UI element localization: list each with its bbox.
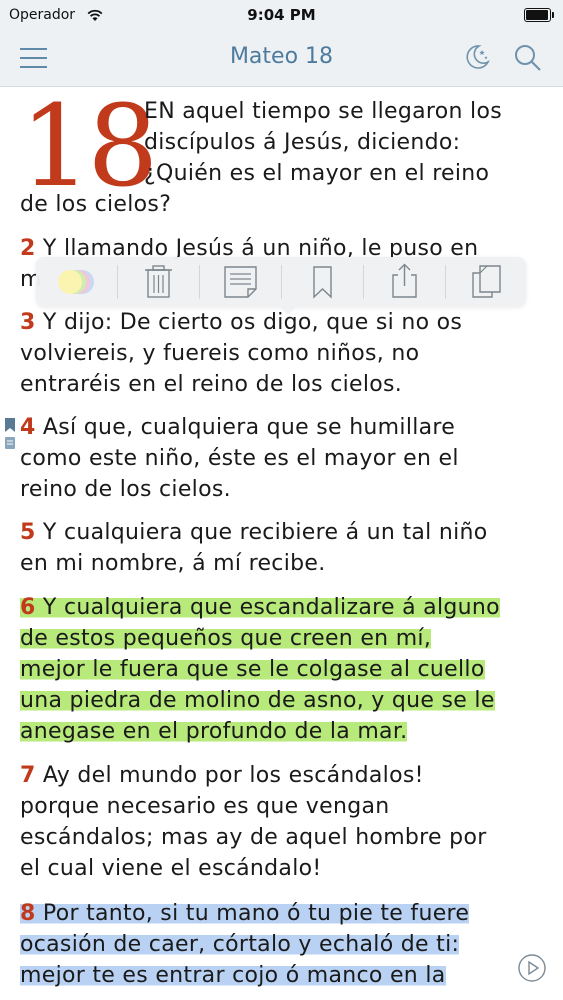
reading-pane[interactable]: 18 EN aquel tiempo se llegaron los discí… xyxy=(0,87,563,1000)
clock: 9:04 PM xyxy=(247,6,316,24)
bookmark-button[interactable] xyxy=(282,257,363,307)
trash-icon xyxy=(145,265,172,298)
verse-number: 6 xyxy=(20,595,36,620)
verse-number: 3 xyxy=(20,310,36,335)
verse-5[interactable]: 5 Y cualquiera que recibiere á un tal ni… xyxy=(20,517,545,579)
copy-icon xyxy=(472,265,501,298)
selection-toolbar xyxy=(36,257,526,307)
verse-number: 2 xyxy=(20,236,36,261)
battery-icon xyxy=(524,8,554,22)
verse-3[interactable]: 3 Y dijo: De cierto os digo, que si no o… xyxy=(20,307,545,400)
share-icon xyxy=(392,263,417,298)
share-button[interactable] xyxy=(364,257,445,307)
play-audio-icon[interactable] xyxy=(517,953,547,983)
note-icon xyxy=(224,266,257,298)
bookmark-icon xyxy=(313,266,332,299)
bookmark-note-icon[interactable] xyxy=(4,418,16,452)
verse-number: 4 xyxy=(20,415,36,440)
navigation-bar: Mateo 18 xyxy=(0,30,563,87)
verse-1[interactable]: EN aquel tiempo se llegaron los discípul… xyxy=(20,96,545,220)
delete-button[interactable] xyxy=(118,257,199,307)
toolbar-pointer xyxy=(278,305,298,315)
verse-8[interactable]: 8 Por tanto, si tu mano ó tu pie te fuer… xyxy=(20,898,545,991)
search-icon[interactable] xyxy=(513,43,543,73)
night-mode-icon[interactable] xyxy=(462,42,492,72)
verse-number: 8 xyxy=(20,901,36,926)
verse-7[interactable]: 7 Ay del mundo por los escándalos! porqu… xyxy=(20,760,545,884)
copy-button[interactable] xyxy=(446,257,527,307)
verse-number: 5 xyxy=(20,520,36,545)
verse-6[interactable]: 6 Y cualquiera que escandalizare á algun… xyxy=(20,592,545,747)
verse-4[interactable]: 4 Así que, cualquiera que se humillare c… xyxy=(20,412,545,505)
note-button[interactable] xyxy=(200,257,281,307)
verse-number: 7 xyxy=(20,763,36,788)
status-bar: Operador 9:04 PM xyxy=(0,0,563,30)
highlight-color-picker[interactable] xyxy=(36,257,117,307)
color-circles-icon xyxy=(58,270,94,294)
